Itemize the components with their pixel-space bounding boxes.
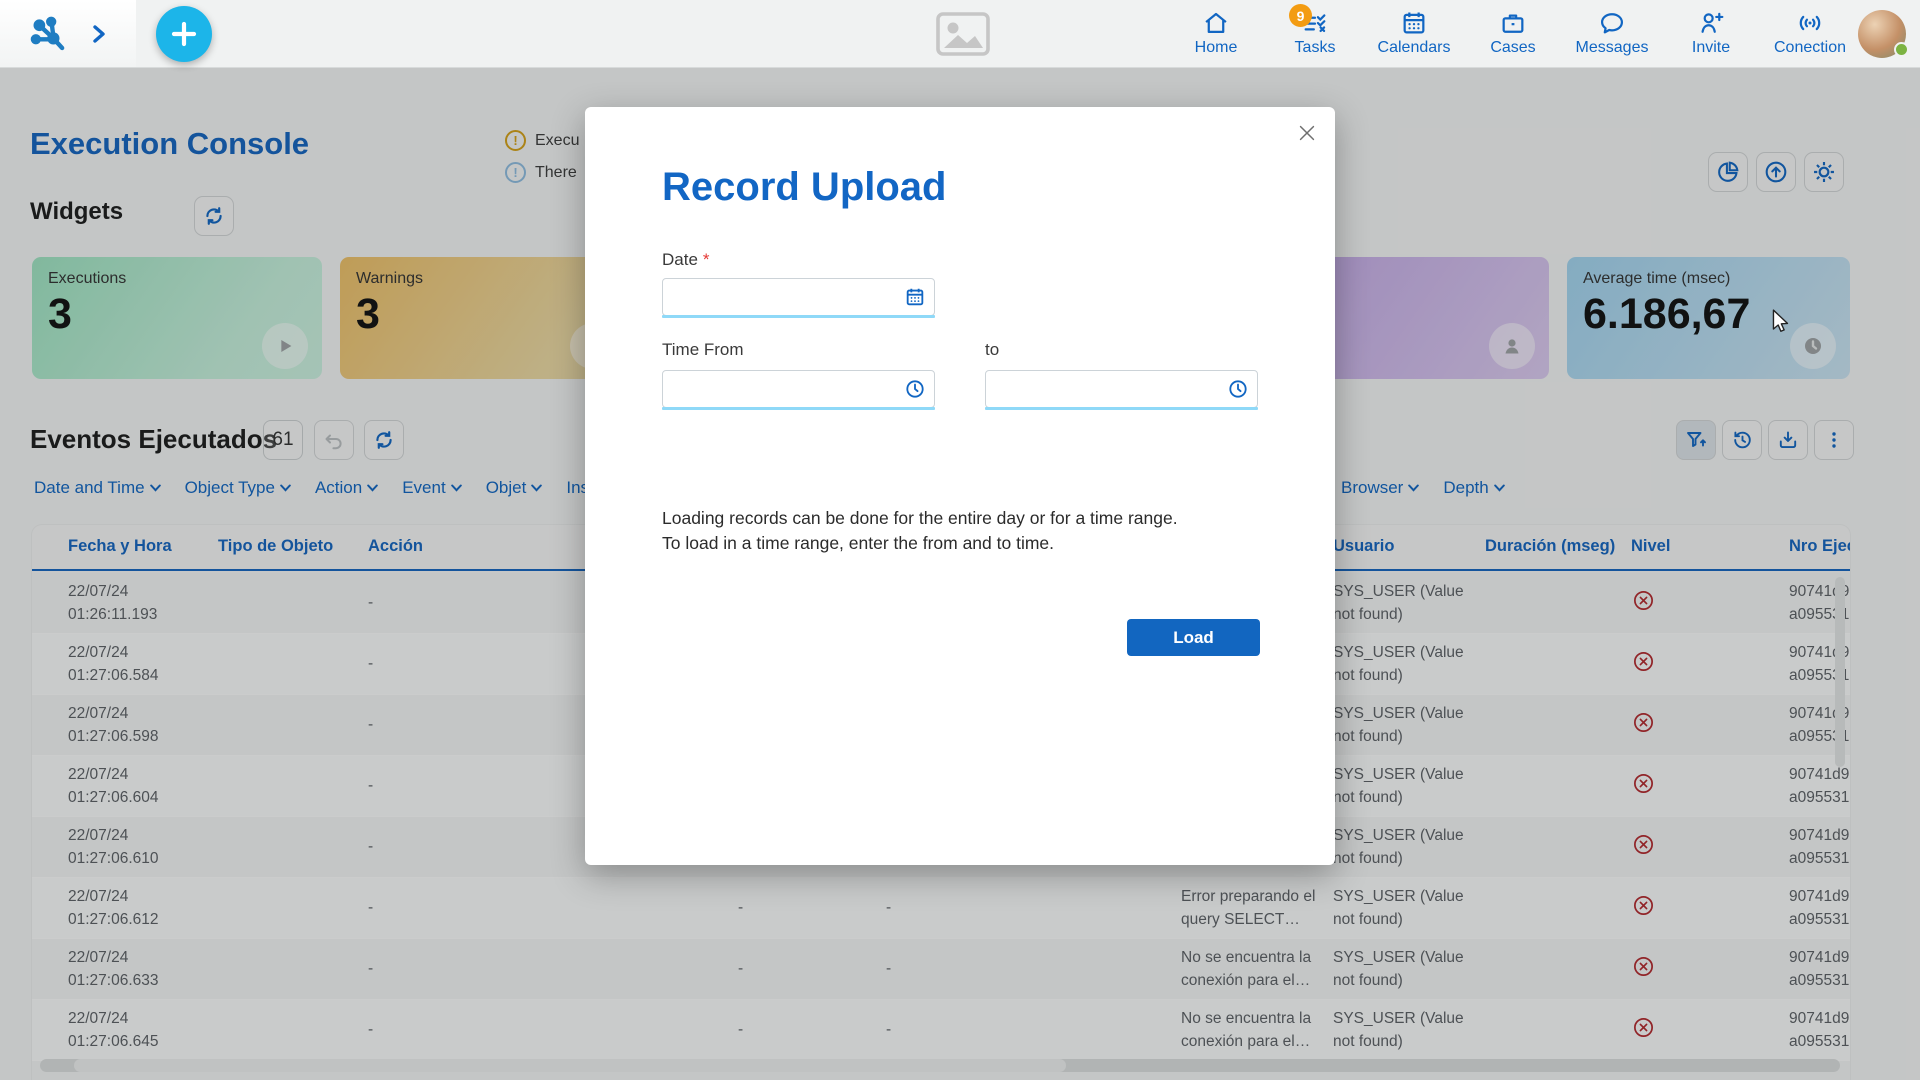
nav-messages-label: Messages (1576, 39, 1649, 57)
help-line-2: To load in a time range, enter the from … (662, 531, 1178, 556)
top-navigation: Home 9 Tasks Calendars Cases (1180, 6, 1846, 64)
brand-image-placeholder (935, 11, 991, 57)
expand-chevron-icon[interactable] (92, 25, 106, 43)
close-icon (1296, 122, 1318, 144)
modal-title: Record Upload (662, 165, 946, 210)
conection-icon (1796, 9, 1824, 37)
plus-icon (171, 21, 197, 47)
topbar: Home 9 Tasks Calendars Cases (0, 0, 1920, 68)
time-from-input[interactable] (671, 371, 891, 407)
time-from-field[interactable] (662, 370, 935, 408)
time-from-label: Time From (662, 340, 744, 360)
app-logo-button[interactable] (0, 0, 136, 67)
clock-picker-icon[interactable] (1227, 378, 1249, 405)
mouse-cursor (1768, 308, 1794, 336)
nav-home[interactable]: Home (1180, 6, 1252, 57)
modal-close-button[interactable] (1293, 119, 1321, 147)
nav-tasks[interactable]: 9 Tasks (1279, 6, 1351, 57)
nav-cases-label: Cases (1490, 39, 1535, 57)
date-label: Date* (662, 250, 710, 270)
messages-icon (1598, 9, 1626, 37)
user-avatar[interactable] (1858, 10, 1906, 58)
load-button[interactable]: Load (1127, 619, 1260, 656)
nav-invite[interactable]: Invite (1675, 6, 1747, 57)
tasks-badge: 9 (1289, 4, 1312, 27)
required-asterisk: * (703, 250, 710, 269)
calendar-picker-icon[interactable] (904, 286, 926, 313)
cases-icon (1499, 9, 1527, 37)
nav-home-label: Home (1195, 39, 1238, 57)
modal-help-text: Loading records can be done for the enti… (662, 506, 1178, 556)
online-status-dot (1894, 42, 1909, 57)
calendars-icon (1400, 9, 1428, 37)
help-line-1: Loading records can be done for the enti… (662, 506, 1178, 531)
invite-icon (1697, 9, 1725, 37)
date-input[interactable] (671, 279, 891, 315)
home-icon (1202, 9, 1230, 37)
record-upload-modal: Record Upload Date* Time From to Loading… (585, 107, 1335, 865)
nav-calendars-label: Calendars (1378, 39, 1451, 57)
create-new-button[interactable] (156, 6, 212, 62)
clock-picker-icon[interactable] (904, 378, 926, 405)
time-to-field[interactable] (985, 370, 1258, 408)
nav-cases[interactable]: Cases (1477, 6, 1549, 57)
nav-invite-label: Invite (1692, 39, 1730, 57)
time-to-input[interactable] (994, 371, 1214, 407)
date-field[interactable] (662, 278, 935, 316)
nav-conection[interactable]: Conection (1774, 6, 1846, 57)
nav-tasks-label: Tasks (1295, 39, 1336, 57)
nav-conection-label: Conection (1774, 39, 1846, 57)
nav-messages[interactable]: Messages (1576, 6, 1648, 57)
time-to-label: to (985, 340, 999, 360)
nav-calendars[interactable]: Calendars (1378, 6, 1450, 57)
app-logo-icon (28, 13, 70, 55)
